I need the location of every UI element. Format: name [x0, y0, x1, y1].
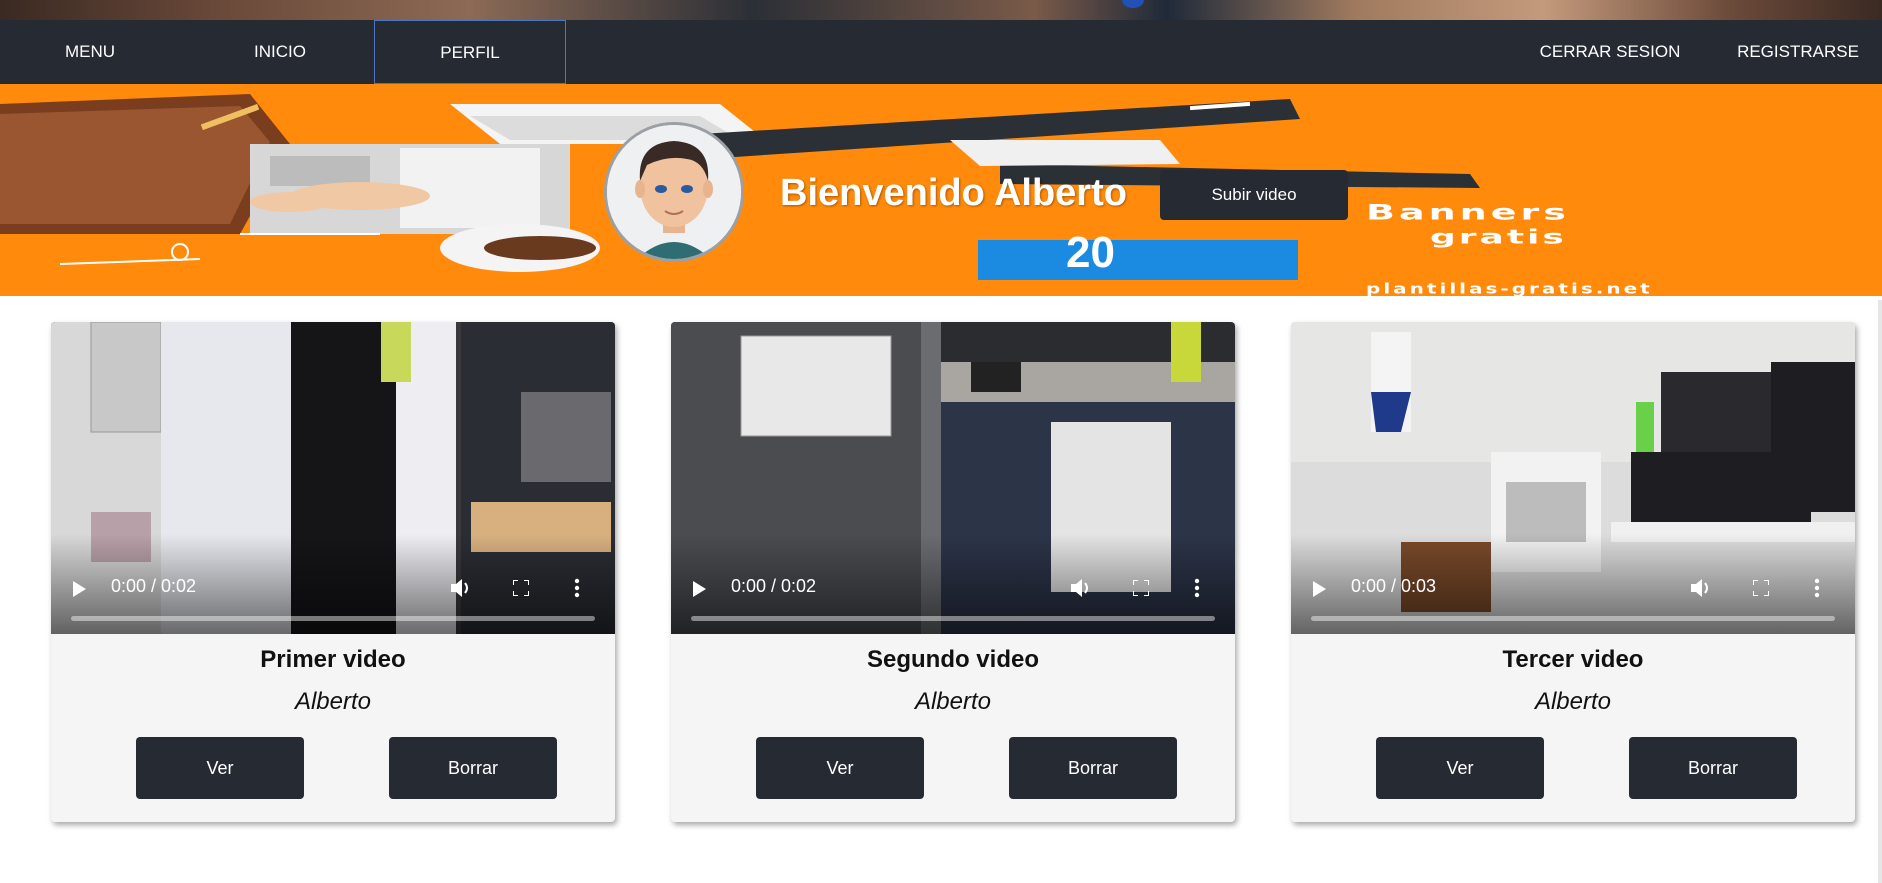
banner-art-text-2: gratis: [1430, 226, 1567, 249]
header-photo-strip: [0, 0, 1882, 20]
video-progress[interactable]: [71, 616, 595, 621]
video-author: Alberto: [1534, 688, 1612, 715]
video-card: 0:00 / 0:03 Tercer video Alberto Ver Bor…: [1291, 322, 1855, 822]
volume-icon[interactable]: [451, 578, 473, 598]
video-controls: 0:00 / 0:02: [671, 534, 1235, 634]
video-player[interactable]: 0:00 / 0:02: [671, 322, 1235, 634]
video-title: Segundo video: [866, 646, 1039, 673]
play-icon[interactable]: [73, 581, 86, 597]
volume-icon[interactable]: [1071, 578, 1093, 598]
page-scrollbar[interactable]: [1878, 300, 1882, 883]
more-options-icon[interactable]: [574, 578, 580, 598]
play-icon[interactable]: [1313, 581, 1326, 597]
banner-20-text: 20: [1066, 228, 1115, 277]
play-icon[interactable]: [693, 581, 706, 597]
nav-registrarse[interactable]: REGISTRARSE: [1730, 20, 1866, 84]
more-options-icon[interactable]: [1814, 578, 1820, 598]
video-player[interactable]: 0:00 / 0:03: [1291, 322, 1855, 634]
video-player[interactable]: 0:00 / 0:02: [51, 322, 615, 634]
upload-video-button[interactable]: Subir video: [1160, 170, 1348, 220]
video-author: Alberto: [294, 688, 372, 715]
video-card: 0:00 / 0:02 Segundo video Alberto Ver Bo…: [671, 322, 1235, 822]
banner-art-text-3: plantillas-gratis.net: [1366, 280, 1653, 296]
video-time: 0:00 / 0:02: [111, 576, 197, 596]
volume-icon[interactable]: [1691, 578, 1713, 598]
more-options-icon[interactable]: [1194, 578, 1200, 598]
welcome-title: Bienvenido Alberto: [780, 172, 1127, 214]
video-title: Primer video: [260, 646, 406, 673]
video-title: Tercer video: [1502, 646, 1644, 673]
video-controls: 0:00 / 0:02: [51, 534, 615, 634]
top-navbar: MENU INICIO PERFIL CERRAR SESION REGISTR…: [0, 20, 1882, 84]
fullscreen-icon[interactable]: [1133, 580, 1149, 596]
video-time: 0:00 / 0:02: [731, 576, 817, 596]
view-button[interactable]: Ver: [136, 737, 304, 799]
video-controls: 0:00 / 0:03: [1291, 534, 1855, 634]
delete-button[interactable]: Borrar: [1629, 737, 1797, 799]
video-progress[interactable]: [691, 616, 1215, 621]
delete-button[interactable]: Borrar: [389, 737, 557, 799]
avatar: [604, 122, 744, 262]
nav-cerrar-sesion[interactable]: CERRAR SESION: [1530, 20, 1690, 84]
video-author: Alberto: [914, 688, 992, 715]
banner-art-text-1: Banners: [1366, 200, 1570, 225]
view-button[interactable]: Ver: [756, 737, 924, 799]
delete-button[interactable]: Borrar: [1009, 737, 1177, 799]
view-button[interactable]: Ver: [1376, 737, 1544, 799]
video-progress[interactable]: [1311, 616, 1835, 621]
fullscreen-icon[interactable]: [513, 580, 529, 596]
decorative-ball: [1122, 0, 1144, 8]
video-time: 0:00 / 0:03: [1351, 576, 1437, 596]
video-card: 0:00 / 0:02 Primer video Alberto Ver Bor…: [51, 322, 615, 822]
nav-menu[interactable]: MENU: [40, 20, 140, 84]
banner-20-block: 20: [978, 228, 1298, 280]
avatar-face-icon: [607, 125, 741, 259]
profile-banner: 20 Banners gratis plantillas-gratis.net …: [0, 84, 1882, 296]
nav-perfil[interactable]: PERFIL: [374, 20, 566, 84]
nav-inicio[interactable]: INICIO: [230, 20, 330, 84]
fullscreen-icon[interactable]: [1753, 580, 1769, 596]
